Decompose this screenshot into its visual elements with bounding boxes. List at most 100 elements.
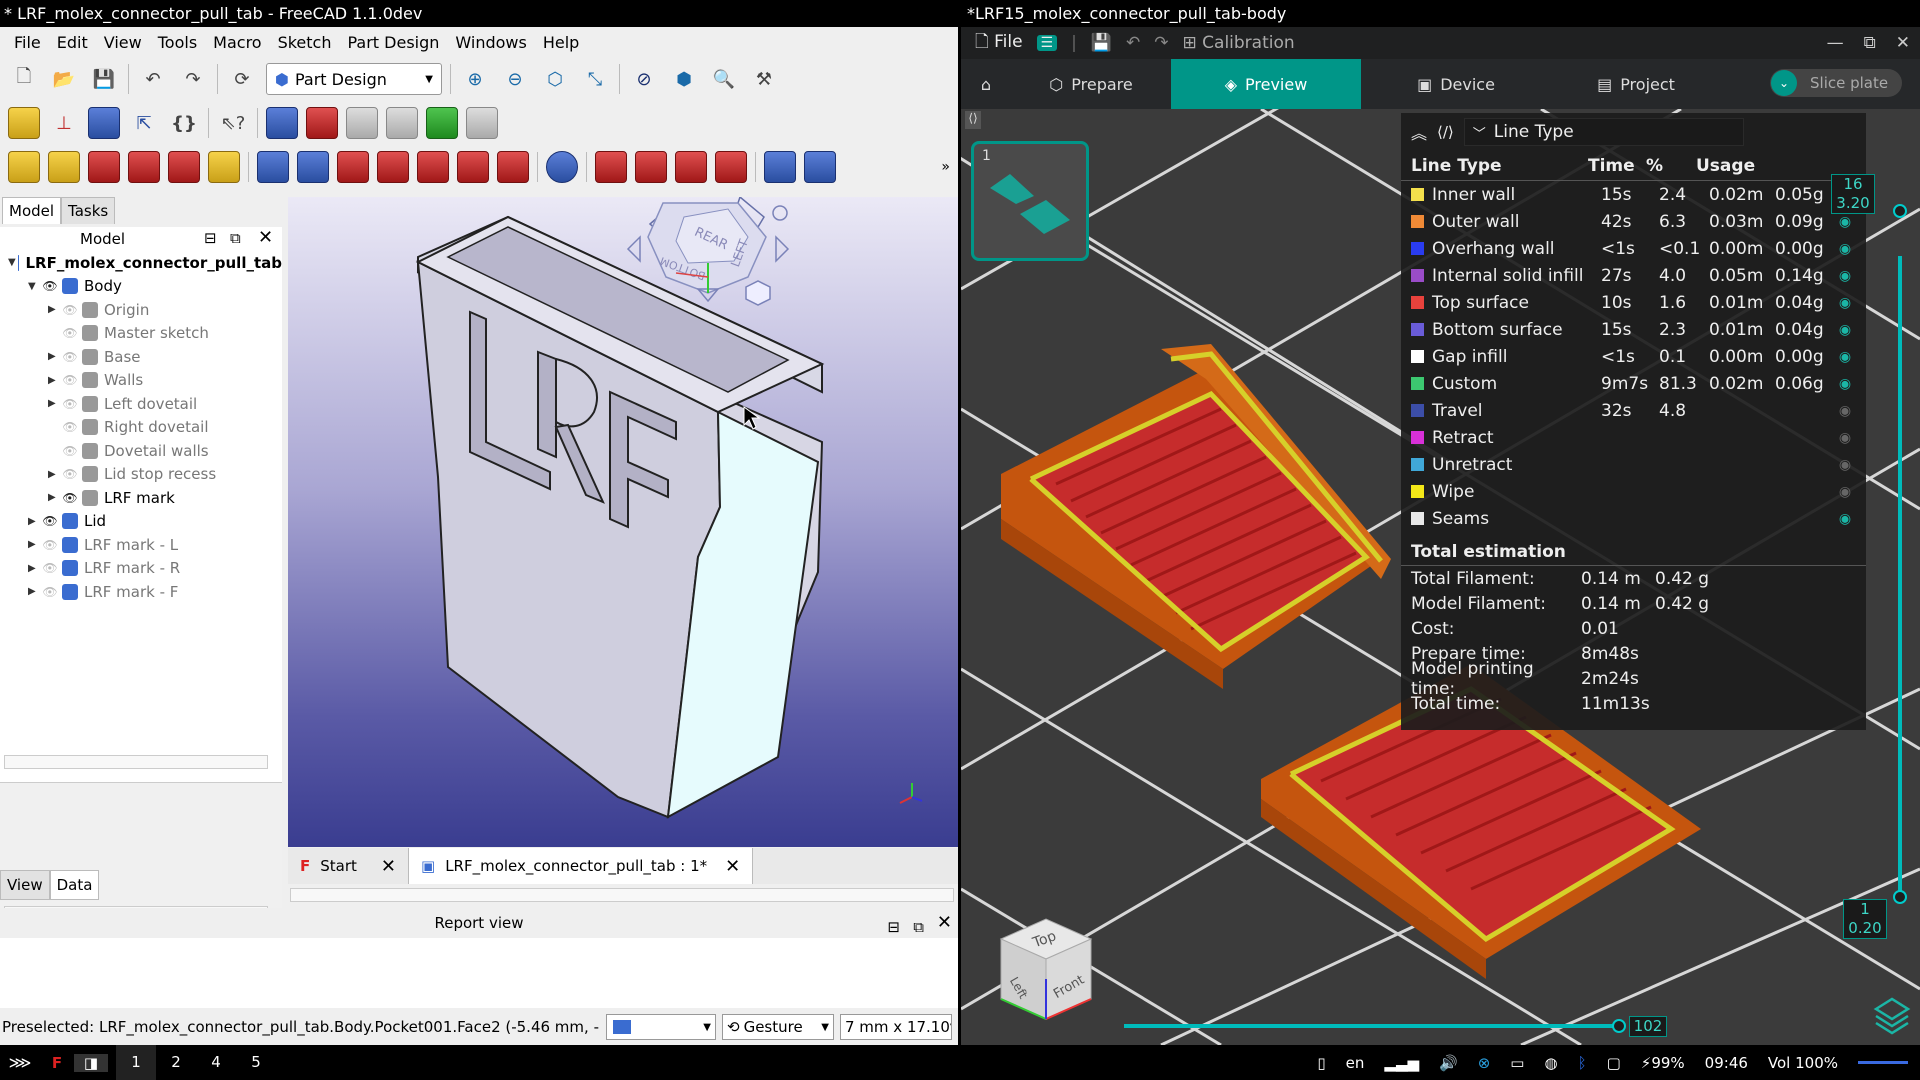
visibility-eye-icon[interactable]: 👁: [60, 326, 80, 340]
fillet-icon[interactable]: [595, 151, 627, 183]
visibility-eye-icon[interactable]: ◉: [1835, 322, 1855, 338]
tab-prepare[interactable]: ⬡ Prepare: [1011, 59, 1171, 109]
thickness-icon[interactable]: [715, 151, 747, 183]
visibility-eye-icon[interactable]: ◉: [1835, 511, 1855, 527]
menu-icon[interactable]: ☰: [1036, 35, 1058, 51]
measure-icon[interactable]: ⤡: [579, 63, 611, 95]
subtractive-primitive-icon[interactable]: [497, 151, 529, 183]
tab-data[interactable]: Data: [49, 870, 100, 900]
expand-arrow-icon[interactable]: ▶: [48, 492, 60, 503]
visibility-eye-icon[interactable]: 👁: [40, 279, 60, 293]
menu-edit[interactable]: Edit: [49, 33, 96, 52]
collapse-icon[interactable]: ︽: [1411, 120, 1427, 144]
clipboard-manager-icon[interactable]: ▢: [1607, 1054, 1621, 1072]
visibility-eye-icon[interactable]: 👁: [40, 561, 60, 575]
visibility-eye-icon[interactable]: 👁: [60, 491, 80, 505]
preview-scene[interactable]: Top Left Front ⟨⟩ 1 ︽ ⟨/⟩ ﹀ Line Type Li…: [961, 109, 1920, 1045]
menu-tools[interactable]: Tools: [150, 33, 205, 52]
drive-icon[interactable]: ▭: [1510, 1054, 1524, 1072]
expand-arrow-icon[interactable]: ▶: [48, 304, 60, 315]
visibility-eye-icon[interactable]: 👁: [60, 397, 80, 411]
nav-menu-icon[interactable]: [772, 205, 788, 221]
boolean-icon[interactable]: [546, 151, 578, 183]
volume-bar[interactable]: [1858, 1061, 1908, 1064]
visibility-eye-icon[interactable]: ◉: [1835, 484, 1855, 500]
visibility-eye-icon[interactable]: 👁: [60, 467, 80, 481]
tab-model[interactable]: Model: [2, 197, 62, 224]
redo-icon[interactable]: ↷: [177, 63, 209, 95]
tree-item[interactable]: ▶ 👁 LRF mark - F: [0, 580, 282, 604]
tab-document[interactable]: ▣ LRF_molex_connector_pull_tab : 1* ✕: [409, 848, 754, 884]
slice-plate-button[interactable]: ⌄ Slice plate: [1770, 69, 1902, 97]
expand-arrow-icon[interactable]: ▶: [28, 563, 40, 574]
visibility-eye-icon[interactable]: ◉: [1835, 295, 1855, 311]
clipboard-icon[interactable]: ▯: [1317, 1054, 1325, 1072]
layer-top-handle[interactable]: [1893, 204, 1907, 218]
3d-viewport[interactable]: REAR LEFT BOTTOM: [288, 197, 958, 847]
visibility-eye-icon[interactable]: ◉: [1835, 457, 1855, 473]
tree-item[interactable]: ▶ 👁 Walls: [0, 369, 282, 393]
view-type-select[interactable]: ﹀ Line Type: [1463, 118, 1744, 146]
tree-item[interactable]: ▶ 👁 Lid stop recess: [0, 463, 282, 487]
additive-pipe-icon[interactable]: [128, 151, 160, 183]
undock-icon[interactable]: ⊟: [887, 912, 900, 942]
save-icon[interactable]: 💾: [1091, 33, 1112, 53]
workspace-button[interactable]: 5: [236, 1045, 276, 1080]
undo-icon[interactable]: ↶: [137, 63, 169, 95]
pad-icon[interactable]: [8, 151, 40, 183]
layer-bottom-handle[interactable]: [1893, 890, 1907, 904]
tab-device[interactable]: ▣ Device: [1361, 59, 1551, 109]
volume-icon[interactable]: 🔊: [1439, 1054, 1458, 1072]
additive-helix-icon[interactable]: [168, 151, 200, 183]
undock-icon[interactable]: ⊟: [204, 229, 217, 247]
macro-icon[interactable]: ⚒: [748, 63, 780, 95]
revolve-icon[interactable]: [48, 151, 80, 183]
workspace-button[interactable]: 4: [196, 1045, 236, 1080]
home-tab[interactable]: ⌂: [961, 59, 1011, 109]
hole-icon[interactable]: [297, 151, 329, 183]
redo-icon[interactable]: ↷: [1154, 33, 1168, 53]
groove-icon[interactable]: [337, 151, 369, 183]
tab-tasks[interactable]: Tasks: [61, 197, 116, 224]
close-icon[interactable]: ✕: [937, 908, 952, 938]
visibility-eye-icon[interactable]: ◉: [1835, 430, 1855, 446]
vpn-icon[interactable]: ◍: [1544, 1054, 1557, 1072]
zoom-icon[interactable]: 🔍: [708, 63, 740, 95]
battery-indicator[interactable]: ⚡99%: [1641, 1054, 1685, 1072]
menu-sketch[interactable]: Sketch: [270, 33, 340, 52]
slicer-app-icon[interactable]: ◨: [74, 1053, 108, 1072]
tree-item[interactable]: 👁 Dovetail walls: [0, 439, 282, 463]
maximize-icon[interactable]: ⧉: [1864, 33, 1876, 53]
expand-arrow-icon[interactable]: ▼: [8, 257, 16, 268]
expand-arrow-icon[interactable]: ▶: [48, 351, 60, 362]
tab-view[interactable]: View: [0, 870, 50, 900]
visibility-eye-icon[interactable]: ◉: [1835, 376, 1855, 392]
move-slider[interactable]: [1124, 1024, 1619, 1028]
subtractive-loft-icon[interactable]: [377, 151, 409, 183]
toolbar-overflow-icon[interactable]: »: [941, 159, 950, 175]
std-views-icon[interactable]: ⬢: [668, 63, 700, 95]
isometric-view-icon[interactable]: ⬡: [539, 63, 571, 95]
datum-icon[interactable]: ⊥: [48, 107, 80, 139]
tree-item[interactable]: ▶ 👁 LRF mark - R: [0, 557, 282, 581]
visibility-eye-icon[interactable]: ◉: [1835, 241, 1855, 257]
subtractive-helix-icon[interactable]: [457, 151, 489, 183]
tab-project[interactable]: ▤ Project: [1551, 59, 1721, 109]
expand-arrow-icon[interactable]: ▶: [48, 375, 60, 386]
volume-level[interactable]: Vol 100%: [1768, 1054, 1838, 1072]
expand-arrow-icon[interactable]: ▶: [28, 516, 40, 527]
tree-hscrollbar[interactable]: [4, 755, 268, 769]
fit-selection-icon[interactable]: ⊖: [499, 63, 531, 95]
layers-toggle-icon[interactable]: [1873, 997, 1911, 1035]
close-tab-icon[interactable]: ✕: [725, 856, 740, 877]
fit-all-icon[interactable]: ⊕: [459, 63, 491, 95]
refresh-icon[interactable]: ⟳: [226, 63, 258, 95]
tab-preview[interactable]: ◈ Preview: [1171, 59, 1361, 109]
save-icon[interactable]: 💾: [88, 63, 120, 95]
layer-top-indicator[interactable]: 16 3.20: [1831, 174, 1875, 214]
close-icon[interactable]: ✕: [258, 227, 273, 248]
expand-arrow-icon[interactable]: ▼: [28, 281, 40, 292]
visibility-eye-icon[interactable]: ◉: [1835, 214, 1855, 230]
float-icon[interactable]: ⧉: [230, 229, 241, 247]
nav-right-arrow-icon[interactable]: [775, 235, 790, 263]
